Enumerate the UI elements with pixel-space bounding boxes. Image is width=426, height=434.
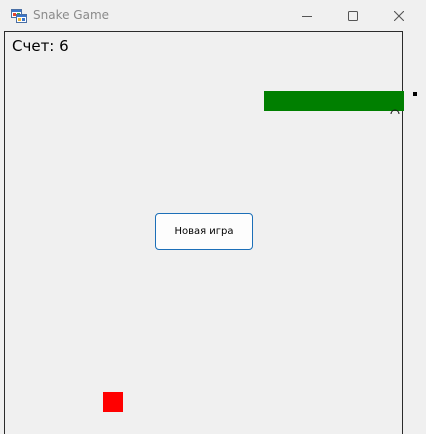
window-title: Snake Game — [33, 8, 110, 22]
snake-game-window: Snake Game Счет: 6 Новая игра — [0, 0, 426, 434]
score-label: Счет: 6 — [12, 37, 69, 55]
maximize-button[interactable] — [330, 0, 376, 31]
title-bar[interactable]: Snake Game — [0, 0, 426, 31]
minimize-icon — [302, 6, 312, 25]
game-board[interactable]: Счет: 6 Новая игра — [4, 31, 404, 434]
snake-body — [264, 91, 404, 111]
new-game-button[interactable]: Новая игра — [155, 213, 253, 250]
food-item — [103, 392, 123, 412]
snake-tail-dot — [413, 92, 417, 96]
minimize-button[interactable] — [284, 0, 330, 31]
close-button[interactable] — [376, 0, 422, 31]
app-window-icon — [11, 8, 27, 23]
snake-head-icon — [390, 100, 400, 115]
maximize-icon — [348, 6, 358, 25]
close-icon — [393, 6, 405, 25]
